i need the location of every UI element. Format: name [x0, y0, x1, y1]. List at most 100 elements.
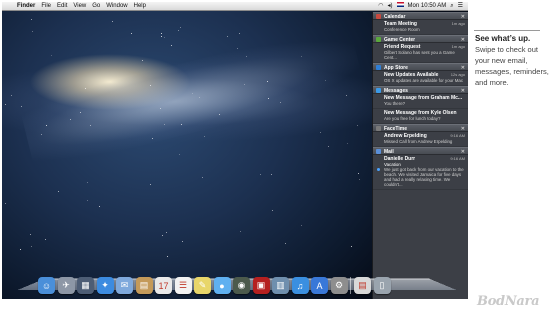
star: [301, 224, 303, 226]
notification-item[interactable]: Friend Request 1m ago Gilbert Solano has s…: [373, 43, 468, 63]
calendar-app-icon[interactable]: 17: [155, 277, 172, 294]
star: [99, 205, 101, 207]
notes-icon[interactable]: ✎: [194, 277, 211, 294]
notification-center: Calendar ✕ Team Meeting 1m ago Conference Ro…: [372, 12, 468, 299]
menu-view[interactable]: View: [70, 2, 89, 11]
spotlight-icon[interactable]: ⌕: [448, 2, 455, 11]
menu-file[interactable]: File: [38, 2, 54, 11]
notification-body: OS X updates are available for your Mac: [384, 78, 464, 83]
menu-bar: Finder File Edit View Go Window Help ◠ ◂…: [2, 2, 468, 11]
nc-section-header[interactable]: Mail ✕: [373, 147, 468, 155]
star: [192, 92, 193, 94]
notification-time: 1m ago: [451, 21, 465, 26]
status-menus: ◠ ◂) Mon 10:50 AM ⌕ ☰: [376, 2, 468, 11]
finder-icon[interactable]: ☺: [38, 277, 55, 294]
launchpad-icon[interactable]: ✈: [57, 277, 75, 294]
notification-center-icon[interactable]: ☰: [456, 2, 465, 11]
star: [272, 209, 274, 211]
star: [160, 32, 162, 34]
wifi-icon[interactable]: ◠: [376, 2, 385, 11]
notification-item[interactable]: New Message from Kyle Olsen Are you free …: [373, 109, 468, 124]
reminders-icon[interactable]: ☰: [174, 277, 192, 294]
notification-body: Missed Call from Andrew Erpelding: [384, 139, 453, 144]
messages-app-icon[interactable]: ●: [213, 277, 231, 294]
menu-go[interactable]: Go: [89, 2, 103, 11]
star: [320, 131, 322, 133]
star: [239, 231, 241, 233]
star: [150, 184, 152, 186]
calendar-icon: [376, 14, 381, 19]
notification-time: 9:16 AM: [450, 156, 465, 161]
star: [177, 30, 179, 31]
star: [285, 242, 287, 244]
app-store-icon: [376, 65, 381, 70]
star: [45, 125, 47, 127]
system-preferences-icon[interactable]: ⚙: [330, 277, 348, 294]
menubar-clock[interactable]: Mon 10:50 AM: [406, 2, 449, 11]
photo-booth-icon[interactable]: ▣: [252, 277, 270, 294]
star: [70, 118, 72, 120]
star: [161, 234, 163, 236]
star: [179, 27, 181, 28]
nc-section-header[interactable]: Game Center ✕: [373, 35, 468, 43]
star: [237, 48, 238, 49]
watermark: BodNara: [477, 294, 540, 309]
safari-icon[interactable]: ✦: [96, 277, 114, 294]
star: [10, 94, 12, 96]
unread-dot-icon: [377, 168, 380, 171]
notification-body: You there?: [384, 101, 406, 106]
iphoto-icon[interactable]: ▥: [272, 277, 289, 294]
star: [86, 182, 88, 183]
documents-icon[interactable]: ▤: [354, 277, 371, 294]
mail-app-icon[interactable]: ✉: [116, 277, 133, 294]
star: [164, 36, 166, 38]
nc-section-header[interactable]: FaceTime ✕: [373, 124, 468, 132]
star: [271, 174, 273, 176]
nc-section-header[interactable]: Calendar ✕: [373, 12, 468, 20]
notification-body: Are you free for lunch today?: [384, 116, 441, 121]
star: [358, 172, 360, 174]
star: [170, 45, 172, 47]
notification-item[interactable]: New Updates Available 12s ago OS X updates…: [373, 71, 468, 86]
contacts-icon[interactable]: ▤: [135, 277, 153, 294]
trash-icon[interactable]: ▯: [373, 277, 391, 294]
star: [358, 178, 360, 180]
star: [5, 203, 6, 205]
dock: ☺ ✈ ▦ ✦ ✉ ▤ 17 ☰ ✎ ● ◉ ▣ ▥ ♫ A ⚙ ▤ ▯: [38, 272, 438, 294]
star: [20, 248, 21, 250]
mail-icon: [376, 149, 381, 154]
star: [51, 55, 53, 57]
star: [328, 146, 330, 147]
star: [181, 240, 183, 242]
menu-help[interactable]: Help: [131, 2, 149, 11]
menu-finder[interactable]: Finder: [14, 2, 38, 11]
star: [356, 125, 358, 127]
menu-window[interactable]: Window: [103, 2, 130, 11]
notification-time: 12s ago: [450, 72, 465, 77]
volume-icon[interactable]: ◂): [386, 2, 395, 11]
star: [160, 36, 162, 38]
wallpaper-galaxy: [18, 21, 366, 173]
star: [45, 238, 47, 240]
menu-edit[interactable]: Edit: [54, 2, 70, 11]
nc-section-header[interactable]: Messages ✕: [373, 86, 468, 94]
star: [226, 35, 228, 37]
notification-item[interactable]: New Message from Graham Mc... You there?: [373, 94, 468, 109]
nc-section-header[interactable]: App Store ✕: [373, 63, 468, 71]
star: [324, 80, 326, 82]
notification-item[interactable]: Team Meeting 1m ago Conference Room: [373, 20, 468, 35]
star: [30, 245, 32, 247]
dock-separator: [350, 277, 351, 294]
flag-icon[interactable]: [395, 2, 406, 11]
star: [178, 154, 180, 156]
notification-body: We just got back from our vacation to th…: [384, 167, 464, 187]
facetime-app-icon[interactable]: ◉: [233, 277, 250, 294]
mission-control-icon[interactable]: ▦: [77, 277, 94, 294]
itunes-icon[interactable]: ♫: [291, 277, 309, 294]
star: [31, 19, 33, 21]
notification-item[interactable]: Andrew Erpelding 9:16 AM Missed Call from …: [373, 132, 468, 147]
star: [166, 232, 168, 234]
star: [167, 255, 168, 257]
notification-item[interactable]: Danielle Durr 9:16 AM Vacation We just got …: [373, 155, 468, 190]
app-store-app-icon[interactable]: A: [311, 277, 328, 294]
